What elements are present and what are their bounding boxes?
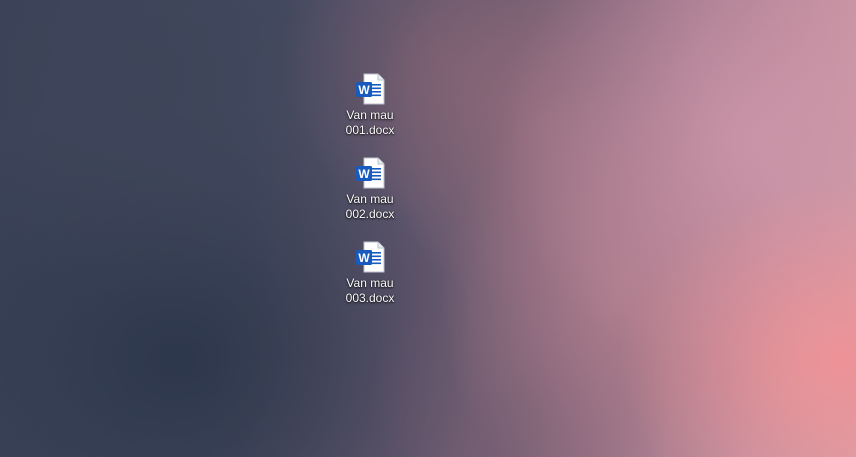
desktop-icon-van-mau-002[interactable]: W Van mau 002.docx [339, 157, 401, 222]
desktop[interactable]: W Van mau 001.docx W Van mau 002.docx W [0, 0, 856, 457]
desktop-icon-label: Van mau 002.docx [345, 192, 395, 221]
svg-text:W: W [358, 251, 370, 265]
svg-text:W: W [358, 83, 370, 97]
word-document-icon: W [356, 73, 385, 105]
desktop-icon-van-mau-001[interactable]: W Van mau 001.docx [339, 73, 401, 138]
desktop-icon-label: Van mau 003.docx [345, 276, 395, 305]
svg-text:W: W [358, 167, 370, 181]
desktop-icon-van-mau-003[interactable]: W Van mau 003.docx [339, 241, 401, 306]
desktop-icon-label: Van mau 001.docx [345, 108, 395, 137]
word-document-icon: W [356, 157, 385, 189]
word-document-icon: W [356, 241, 385, 273]
